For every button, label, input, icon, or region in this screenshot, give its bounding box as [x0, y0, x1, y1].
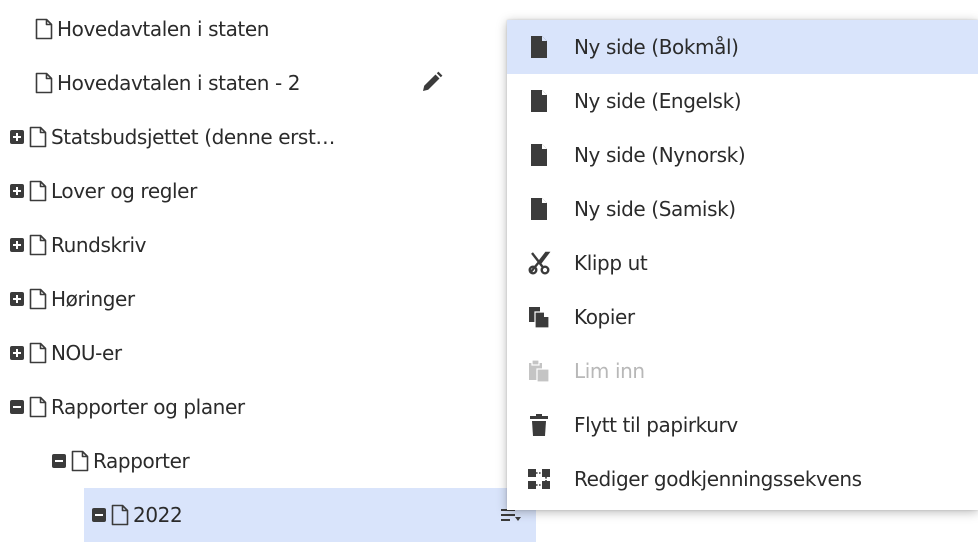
- edit-pencil-icon[interactable]: [420, 70, 444, 94]
- tree-item-statsbudsjettet[interactable]: Statsbudsjettet (denne erst…: [10, 110, 335, 164]
- tree-item-label: Rapporter og planer: [51, 395, 245, 419]
- expand-icon[interactable]: [10, 292, 24, 306]
- collapse-icon[interactable]: [52, 454, 66, 468]
- page-outline-icon: [35, 72, 53, 94]
- page-icon: [531, 90, 547, 112]
- tree-item-label: Lover og regler: [51, 179, 197, 203]
- context-menu: Ny side (Bokmål) Ny side (Engelsk) Ny si…: [507, 20, 978, 510]
- expand-icon[interactable]: [10, 184, 24, 198]
- scissors-icon: [528, 251, 551, 275]
- page-tree: Hovedavtalen i staten Hovedavtalen i sta…: [0, 0, 540, 542]
- tree-item-label: Rundskriv: [51, 233, 147, 257]
- menu-item-move-to-trash[interactable]: Flytt til papirkurv: [507, 398, 978, 452]
- tree-item-rundskriv[interactable]: Rundskriv: [10, 218, 146, 272]
- menu-item-new-page-bokmal[interactable]: Ny side (Bokmål): [507, 20, 978, 74]
- tree-item-hovedavtalen-2[interactable]: Hovedavtalen i staten - 2: [35, 56, 301, 110]
- collapse-icon[interactable]: [92, 508, 106, 522]
- page-outline-icon: [35, 18, 53, 40]
- tree-item-label: Høringer: [51, 287, 135, 311]
- tree-item-2022[interactable]: 2022: [84, 488, 536, 542]
- expand-icon[interactable]: [10, 238, 24, 252]
- menu-item-new-page-nynorsk[interactable]: Ny side (Nynorsk): [507, 128, 978, 182]
- tree-item-nou-er[interactable]: NOU-er: [10, 326, 122, 380]
- menu-item-paste: Lim inn: [507, 344, 978, 398]
- paste-icon: [529, 359, 550, 383]
- menu-item-copy[interactable]: Kopier: [507, 290, 978, 344]
- tree-item-label: Hovedavtalen i staten - 2: [57, 71, 301, 95]
- page-outline-icon: [111, 504, 129, 526]
- page-outline-icon: [29, 234, 47, 256]
- menu-item-edit-approval-sequence[interactable]: Rediger godkjenningssekvens: [507, 452, 978, 506]
- menu-item-cut[interactable]: Klipp ut: [507, 236, 978, 290]
- collapse-icon[interactable]: [10, 400, 24, 414]
- expand-icon[interactable]: [10, 130, 24, 144]
- tree-item-label: Rapporter: [93, 449, 190, 473]
- tree-item-hovedavtalen[interactable]: Hovedavtalen i staten: [35, 2, 269, 56]
- tree-item-rapporter[interactable]: Rapporter: [52, 434, 190, 488]
- page-icon: [531, 198, 547, 220]
- menu-item-new-page-samisk[interactable]: Ny side (Samisk): [507, 182, 978, 236]
- page-outline-icon: [29, 180, 47, 202]
- tree-item-label: 2022: [133, 503, 183, 527]
- page-outline-icon: [29, 396, 47, 418]
- workflow-icon: [528, 469, 550, 489]
- tree-item-lover-og-regler[interactable]: Lover og regler: [10, 164, 197, 218]
- page-icon: [531, 36, 547, 58]
- tree-item-label: Hovedavtalen i staten: [57, 17, 270, 41]
- expand-icon[interactable]: [10, 346, 24, 360]
- page-outline-icon: [29, 126, 47, 148]
- page-outline-icon: [29, 288, 47, 310]
- menu-item-new-page-engelsk[interactable]: Ny side (Engelsk): [507, 74, 978, 128]
- tree-item-label: Statsbudsjettet (denne erst…: [51, 125, 335, 149]
- tree-item-horinger[interactable]: Høringer: [10, 272, 135, 326]
- page-icon: [531, 144, 547, 166]
- copy-icon: [529, 307, 550, 329]
- page-outline-icon: [71, 450, 89, 472]
- page-outline-icon: [29, 342, 47, 364]
- tree-item-rapporter-og-planer[interactable]: Rapporter og planer: [10, 380, 245, 434]
- trash-icon: [530, 414, 548, 436]
- tree-item-label: NOU-er: [51, 341, 122, 365]
